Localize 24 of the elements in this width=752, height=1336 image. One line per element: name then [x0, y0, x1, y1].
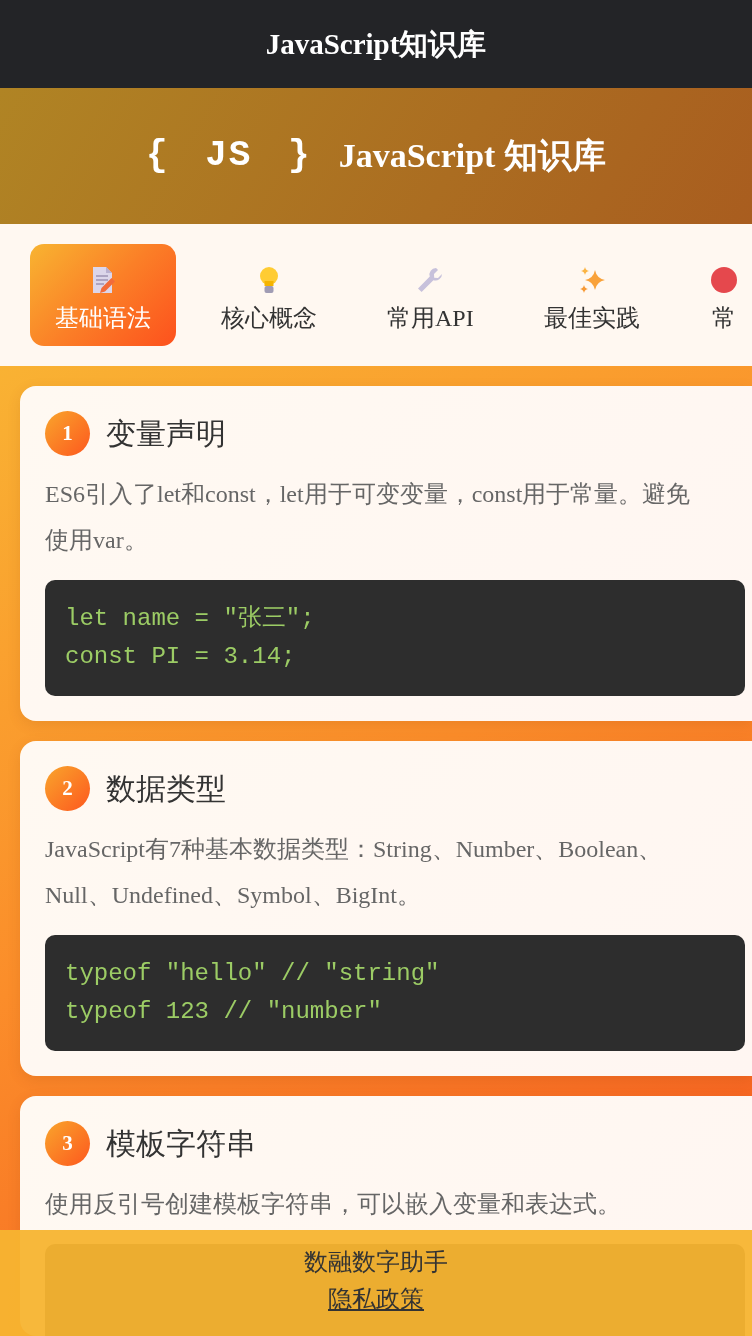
code-line: let name = "张三"; [65, 604, 315, 634]
wrench-icon [416, 266, 445, 294]
category-tab[interactable]: 最佳实践 [518, 244, 665, 346]
code-line: const PI = 3.14; [65, 642, 296, 672]
hero-title: JavaScript 知识库 [338, 136, 606, 176]
card-description: ES6引入了let和const，let用于可变变量，const用于常量。避免使用var。 [45, 480, 692, 555]
category-tab[interactable]: 常 [684, 244, 752, 346]
category-tab[interactable]: 常用API [362, 244, 499, 346]
card-title: 变量声明 [106, 416, 226, 452]
app-title: JavaScript知识库 [265, 27, 487, 62]
privacy-policy-link[interactable]: 隐私政策 [328, 1281, 424, 1318]
step-number: 3 [45, 1121, 90, 1166]
dot-icon [709, 266, 738, 294]
code-line: typeof "hello" // "string" [65, 959, 440, 989]
category-tab[interactable]: 核心概念 [196, 244, 342, 346]
card-description: JavaScript有7种基本数据类型：String、Number、Boolean、Null、Undefined、Symbol、BigInt。 [45, 835, 664, 910]
logo-text: { JS } [146, 134, 312, 178]
card-description: 使用反引号创建模板字符串，可以嵌入变量和表达式。 [45, 1190, 622, 1219]
card-title: 数据类型 [106, 771, 226, 807]
step-number: 1 [45, 411, 90, 456]
footer-text: 数融数字助手 [304, 1248, 448, 1277]
card-title: 模板字符串 [106, 1126, 256, 1162]
code-line: typeof 123 // "number" [65, 997, 382, 1027]
step-number: 2 [45, 766, 90, 811]
